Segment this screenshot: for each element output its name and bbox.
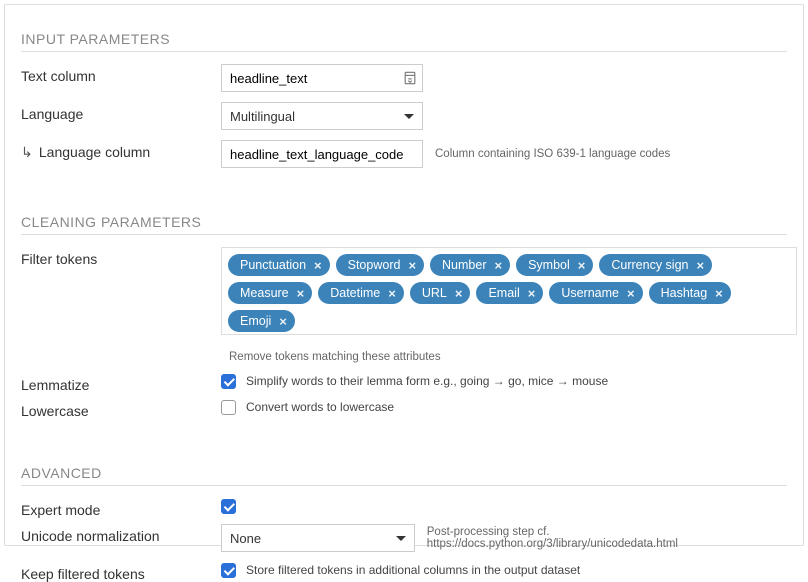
- tag-remove-icon[interactable]: ×: [697, 258, 705, 273]
- tag-remove-icon[interactable]: ×: [297, 286, 305, 301]
- expert-mode-checkbox[interactable]: [221, 499, 236, 514]
- indent-arrow-icon: ↳: [21, 144, 35, 161]
- filter-tokens-hint: Remove tokens matching these attributes: [229, 351, 441, 363]
- filter-tokens-tagbox[interactable]: Punctuation× Stopword× Number× Symbol× Curre…: [221, 247, 797, 335]
- chevron-down-icon: [396, 536, 406, 541]
- section-advanced: ADVANCED: [21, 465, 787, 486]
- filter-token-tag[interactable]: Punctuation×: [228, 254, 330, 276]
- tag-remove-icon[interactable]: ×: [715, 286, 723, 301]
- filter-token-tag[interactable]: Stopword×: [336, 254, 424, 276]
- unicode-normalization-select[interactable]: None: [221, 524, 415, 552]
- filter-token-tag[interactable]: Username×: [549, 282, 642, 304]
- text-column-input[interactable]: [221, 64, 423, 92]
- section-input-params: INPUT PARAMETERS: [21, 31, 787, 52]
- lowercase-label: Lowercase: [21, 399, 221, 419]
- tag-remove-icon[interactable]: ×: [495, 258, 503, 273]
- keep-filtered-checkbox[interactable]: [221, 563, 236, 578]
- tag-remove-icon[interactable]: ×: [455, 286, 463, 301]
- language-select-value: Multilingual: [230, 109, 295, 124]
- filter-token-tag[interactable]: Currency sign×: [599, 254, 712, 276]
- tag-remove-icon[interactable]: ×: [408, 258, 416, 273]
- lowercase-checkbox[interactable]: [221, 400, 236, 415]
- language-column-input[interactable]: [221, 140, 423, 168]
- filter-token-tag[interactable]: Email×: [476, 282, 543, 304]
- filter-token-tag[interactable]: Number×: [430, 254, 510, 276]
- tag-remove-icon[interactable]: ×: [528, 286, 536, 301]
- language-select[interactable]: Multilingual: [221, 102, 423, 130]
- language-column-label: ↳ Language column: [21, 140, 221, 161]
- expert-mode-label: Expert mode: [21, 498, 221, 518]
- language-column-hint: Column containing ISO 639-1 language cod…: [435, 148, 670, 160]
- language-label: Language: [21, 102, 221, 122]
- unicode-normalization-label: Unicode normalization: [21, 524, 221, 544]
- column-picker-icon[interactable]: [403, 71, 417, 85]
- chevron-down-icon: [404, 114, 414, 119]
- tag-remove-icon[interactable]: ×: [627, 286, 635, 301]
- unicode-normalization-hint: Post-processing step cf. https://docs.py…: [427, 526, 787, 550]
- text-column-label: Text column: [21, 64, 221, 84]
- filter-tokens-label: Filter tokens: [21, 247, 221, 267]
- filter-token-tag[interactable]: Measure×: [228, 282, 312, 304]
- filter-token-tag[interactable]: Emoji×: [228, 310, 295, 332]
- settings-panel: INPUT PARAMETERS Text column Language Mu…: [4, 4, 804, 546]
- lemmatize-label: Lemmatize: [21, 373, 221, 393]
- filter-token-tag[interactable]: URL×: [410, 282, 471, 304]
- keep-filtered-label: Keep filtered tokens: [21, 562, 221, 582]
- tag-remove-icon[interactable]: ×: [388, 286, 396, 301]
- lemmatize-checkbox[interactable]: [221, 374, 236, 389]
- unicode-normalization-value: None: [230, 531, 261, 546]
- keep-filtered-description: Store filtered tokens in additional colu…: [246, 563, 580, 577]
- filter-token-tag[interactable]: Symbol×: [516, 254, 593, 276]
- section-cleaning-params: CLEANING PARAMETERS: [21, 214, 787, 235]
- tag-remove-icon[interactable]: ×: [279, 314, 287, 329]
- tag-remove-icon[interactable]: ×: [578, 258, 586, 273]
- lemmatize-description: Simplify words to their lemma form e.g.,…: [246, 374, 608, 388]
- filter-token-tag[interactable]: Hashtag×: [649, 282, 731, 304]
- filter-token-tag[interactable]: Datetime×: [318, 282, 404, 304]
- lowercase-description: Convert words to lowercase: [246, 400, 394, 414]
- tag-remove-icon[interactable]: ×: [314, 258, 322, 273]
